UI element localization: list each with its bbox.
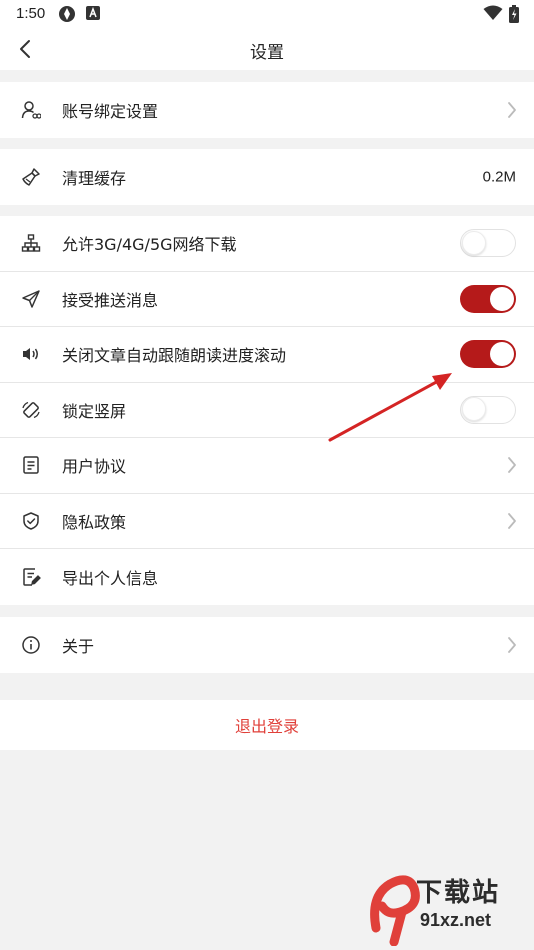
privacy-policy-label: 隐私政策 — [62, 512, 127, 532]
auto-scroll-item: 关闭文章自动跟随朗读进度滚动 — [0, 327, 534, 383]
watermark: 下载站 91xz.net — [368, 866, 528, 946]
account-binding-item[interactable]: 账号绑定设置 — [0, 82, 534, 138]
logout-button[interactable]: 退出登录 — [0, 700, 534, 750]
chevron-right-icon — [508, 101, 516, 118]
privacy-policy-item[interactable]: 隐私政策 — [0, 494, 534, 549]
toggle-knob — [490, 286, 514, 311]
export-info-label: 导出个人信息 — [62, 568, 159, 588]
speaker-icon — [20, 343, 42, 365]
push-message-toggle[interactable] — [460, 284, 516, 313]
push-message-label: 接受推送消息 — [62, 290, 159, 310]
chevron-right-icon — [508, 512, 516, 529]
wifi-icon — [483, 5, 503, 25]
chevron-right-icon — [508, 457, 516, 474]
network-download-item: 允许3G/4G/5G网络下载 — [0, 216, 534, 272]
logout-label: 退出登录 — [234, 717, 299, 736]
chevron-right-icon — [508, 636, 516, 653]
about-group: 关于 — [0, 617, 534, 673]
clear-cache-label: 清理缓存 — [62, 168, 127, 188]
about-label: 关于 — [62, 636, 95, 656]
network-icon — [20, 232, 42, 254]
export-info-item[interactable]: 导出个人信息 — [0, 549, 534, 605]
lock-portrait-item: 锁定竖屏 — [0, 383, 534, 438]
user-link-icon — [20, 99, 42, 121]
settings-group: 允许3G/4G/5G网络下载 接受推送消息 关闭文章自动跟随朗读进度滚动 锁定竖… — [0, 216, 534, 605]
send-icon — [20, 288, 42, 310]
clear-cache-item[interactable]: 清理缓存 0.2M — [0, 149, 534, 205]
toggle-knob — [462, 230, 486, 255]
network-download-label: 允许3G/4G/5G网络下载 — [62, 235, 237, 255]
auto-scroll-toggle[interactable] — [460, 340, 516, 369]
account-binding-label: 账号绑定设置 — [62, 101, 159, 121]
account-group: 账号绑定设置 — [0, 82, 534, 138]
battery-icon — [509, 5, 519, 27]
cache-size-value: 0.2M — [482, 168, 516, 186]
toggle-knob — [462, 397, 486, 422]
cache-group: 清理缓存 0.2M — [0, 149, 534, 205]
status-bar: 1:50 — [0, 0, 534, 28]
broom-icon — [20, 166, 42, 188]
status-time: 1:50 — [16, 5, 46, 22]
nav-bar: 设置 — [0, 28, 534, 70]
push-message-item: 接受推送消息 — [0, 272, 534, 327]
export-icon — [20, 566, 42, 588]
about-item[interactable]: 关于 — [0, 617, 534, 673]
lock-portrait-label: 锁定竖屏 — [62, 401, 127, 421]
user-agreement-label: 用户协议 — [62, 457, 127, 477]
lock-portrait-toggle[interactable] — [460, 395, 516, 424]
font-notification-icon — [85, 5, 101, 25]
network-download-toggle[interactable] — [460, 229, 516, 258]
document-icon — [20, 454, 42, 476]
watermark-brand: 下载站 — [416, 878, 501, 908]
rotate-icon — [20, 399, 42, 421]
auto-scroll-label: 关闭文章自动跟随朗读进度滚动 — [62, 346, 287, 366]
app-notification-icon — [58, 5, 76, 27]
info-icon — [20, 634, 42, 656]
shield-icon — [20, 510, 42, 532]
toggle-knob — [490, 342, 514, 367]
page-title: 设置 — [250, 43, 284, 63]
watermark-url: 91xz.net — [420, 910, 492, 930]
user-agreement-item[interactable]: 用户协议 — [0, 438, 534, 494]
